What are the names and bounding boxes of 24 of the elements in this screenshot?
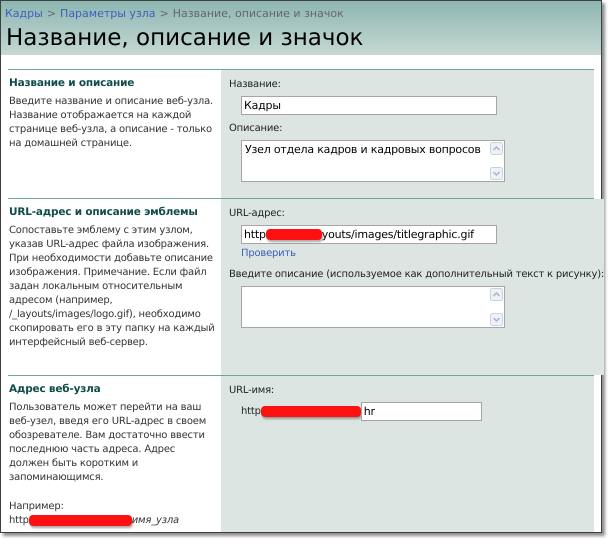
url-input[interactable]: http youts/images/titlegraphic.gif [241, 225, 497, 244]
text-input[interactable]: Кадры [241, 96, 497, 115]
section-description: Сопоставьте эмблему с этим узлом, указав URL-адрес файла изображения. При необходимости добавьте описание изображения. Примечание. Если файл задан локальным относительным адресом (например, /_layouts/images/logo.gif), необходимо скопировать его в эту папку на каждый интерфейсный веб-сервер. [9, 224, 216, 350]
field-label: URL-адрес: [229, 207, 286, 220]
text-area[interactable]: Узел отдела кадров и кадровых вопросов [241, 140, 505, 182]
breadcrumb-separator: > [46, 7, 56, 21]
field-label: URL-имя: [229, 384, 276, 397]
section-heading: Адрес веб-узла [9, 382, 102, 396]
field-label: Название: [229, 78, 282, 91]
check-link[interactable]: Проверить [241, 246, 604, 261]
page-title: Название, описание и значок [6, 24, 364, 52]
field-label: Введите описание (используемое как дополнительный текст к рисунку): [229, 268, 604, 281]
example-url-end: имя_узла [132, 515, 179, 526]
section-heading: URL-адрес и описание эмблемы [9, 205, 199, 219]
section-description: Например: [9, 500, 65, 514]
url-prefix: http [241, 405, 261, 419]
section-description: Введите название и описание веб-узла. Название отображается на каждой странице веб-узла, а описание - только на домашней странице. [9, 95, 214, 151]
section-description: Пользователь может перейти на ваш веб-узел, введя его URL-адрес в своем обозревателе. Вам достаточно ввести последнюю часть адреса. Адрес должен быть коротким и запоминающимся. [9, 401, 208, 485]
breadcrumb-current: Название, описание и значок [172, 7, 344, 21]
url-name-input[interactable]: hr [360, 402, 482, 421]
breadcrumb-separator: > [160, 7, 169, 21]
field-label: Описание: [229, 122, 284, 135]
example-url-start: http [9, 515, 29, 526]
section-heading: Название и описание [9, 76, 136, 90]
